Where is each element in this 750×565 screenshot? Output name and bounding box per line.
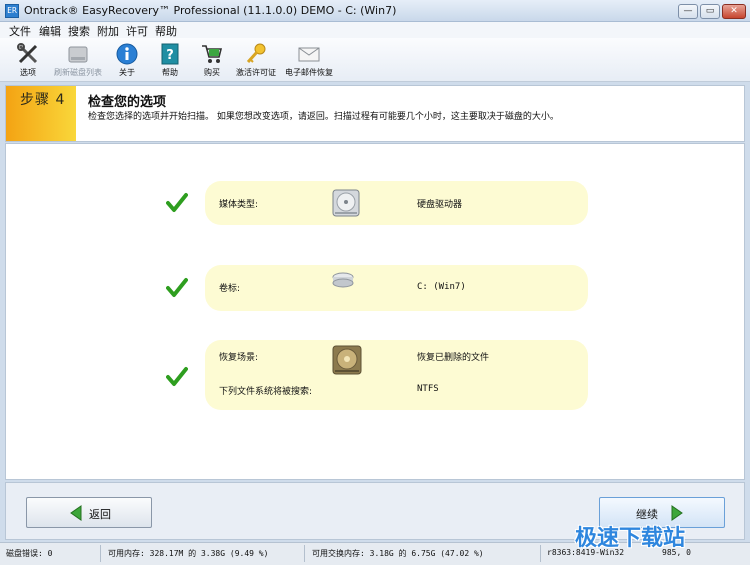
- page-description: 检查您选择的选项并开始扫描。 如果您想改变选项，请返回。扫描过程有可能要几个小时…: [88, 112, 559, 122]
- recovery-scenario-card: 恢复场景: 恢复已删除的文件 下列文件系统将被搜索: NTFS: [205, 340, 588, 410]
- media-type-label: 媒体类型:: [219, 200, 259, 210]
- menu-edit[interactable]: 编辑: [38, 23, 62, 39]
- checkmark-icon: [166, 367, 188, 386]
- hard-drive-icon: [332, 189, 360, 217]
- menu-search[interactable]: 搜索: [67, 23, 91, 39]
- checkmark-icon: [166, 278, 188, 297]
- toolbar-email-recovery-button[interactable]: 电子邮件恢复: [283, 40, 335, 80]
- volume-drive-icon: [332, 272, 354, 288]
- media-type-value: 硬盘驱动器: [417, 200, 463, 210]
- toolbar-label: 刷新磁盘列表: [54, 68, 102, 77]
- deleted-file-drive-icon: [332, 345, 362, 375]
- toolbar-refresh-disks-button[interactable]: 刷新磁盘列表: [52, 40, 104, 80]
- svg-text:?: ?: [166, 48, 174, 63]
- file-systems-value: NTFS: [417, 384, 439, 394]
- volume-label-value: C: (Win7): [417, 282, 466, 292]
- menu-file[interactable]: 文件: [8, 23, 32, 39]
- arrow-left-icon: [70, 505, 82, 521]
- toolbar-label: 激活许可证: [236, 68, 276, 77]
- info-icon: [116, 43, 138, 65]
- watermark: 极速下载站: [575, 526, 686, 551]
- menu-help[interactable]: 帮助: [154, 23, 178, 39]
- menu-license[interactable]: 许可: [125, 23, 149, 39]
- help-book-icon: ?: [161, 43, 179, 65]
- app-icon: ER: [5, 4, 19, 18]
- recovery-scenario-label: 恢复场景:: [219, 353, 259, 363]
- maximize-button[interactable]: ▭: [700, 4, 720, 19]
- volume-label-card: 卷标: C: (Win7): [205, 265, 588, 311]
- window-title: Ontrack® EasyRecovery™ Professional (11.…: [24, 4, 397, 17]
- status-swap: 可用交换内存: 3.18G 的 6.75G (47.02 %): [312, 549, 484, 558]
- toolbar-options-button[interactable]: 选项: [2, 40, 54, 80]
- status-disk-errors: 磁盘错误: 0: [6, 549, 53, 558]
- toolbar: 选项 刷新磁盘列表 关于 ? 帮助 购买 激活许可证 电子邮件恢复: [0, 38, 750, 82]
- back-button-label: 返回: [89, 508, 111, 521]
- media-type-card: 媒体类型: 硬盘驱动器: [205, 181, 588, 225]
- status-divider: [304, 545, 305, 562]
- step-indicator: 步骤 4: [6, 86, 76, 141]
- envelope-icon: [298, 47, 320, 62]
- toolbar-activate-license-button[interactable]: 激活许可证: [230, 40, 282, 80]
- key-icon: [246, 43, 266, 64]
- tools-icon: [17, 43, 38, 64]
- refresh-disk-icon: [68, 46, 88, 63]
- step-number: 步骤 4: [20, 92, 66, 108]
- cart-icon: [202, 45, 223, 63]
- file-systems-label: 下列文件系统将被搜索:: [219, 387, 313, 397]
- checkmark-icon: [166, 193, 188, 212]
- recovery-scenario-value: 恢复已删除的文件: [417, 353, 490, 363]
- status-memory: 可用内存: 328.17M 的 3.38G (9.49 %): [108, 549, 269, 558]
- summary-panel: 媒体类型: 硬盘驱动器 卷标: C: (Win7) 恢复场景: 恢复已删除的文件…: [5, 143, 745, 480]
- step-banner: 步骤 4 检查您的选项 检查您选择的选项并开始扫描。 如果您想改变选项，请返回。…: [5, 85, 745, 142]
- close-button[interactable]: ✕: [722, 4, 746, 19]
- toolbar-label: 选项: [20, 68, 36, 77]
- page-title: 检查您的选项: [88, 95, 167, 110]
- back-button[interactable]: 返回: [26, 497, 152, 528]
- menu-bar: 文件 编辑 搜索 附加 许可 帮助: [0, 22, 750, 38]
- status-divider: [100, 545, 101, 562]
- menu-addons[interactable]: 附加: [96, 23, 120, 39]
- minimize-button[interactable]: —: [678, 4, 698, 19]
- volume-label-label: 卷标:: [219, 284, 241, 294]
- status-divider: [540, 545, 541, 562]
- toolbar-label: 电子邮件恢复: [285, 68, 333, 77]
- title-bar: ER Ontrack® EasyRecovery™ Professional (…: [0, 0, 750, 22]
